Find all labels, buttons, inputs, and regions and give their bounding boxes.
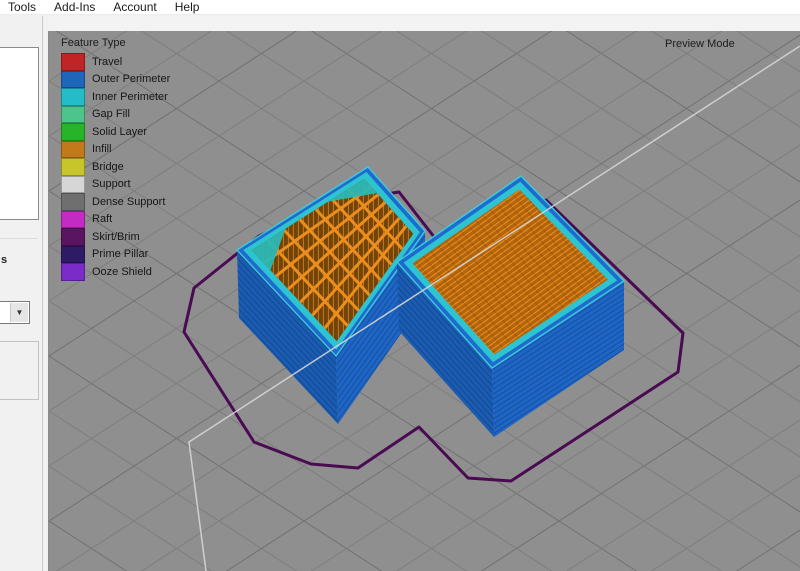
legend-item: Inner Perimeter: [61, 88, 170, 106]
menu-bar: Tools Add-Ins Account Help: [0, 0, 800, 15]
panel-label-fragment: s: [1, 254, 7, 266]
legend-swatch: [61, 106, 85, 124]
legend-swatch: [61, 71, 85, 89]
feature-type-legend: Feature Type Travel Outer Perimeter Inner …: [61, 37, 170, 281]
legend-item: Solid Layer: [61, 123, 170, 141]
toolbar-strip: [0, 16, 800, 31]
legend-item: Outer Perimeter: [61, 71, 170, 89]
panel-groupbox: [0, 341, 39, 400]
legend-swatch: [61, 123, 85, 141]
menu-item-tools[interactable]: Tools: [8, 0, 36, 15]
menu-item-help[interactable]: Help: [175, 0, 200, 15]
legend-label: Raft: [92, 213, 112, 225]
legend-label: Skirt/Brim: [92, 231, 140, 243]
legend-item: Gap Fill: [61, 106, 170, 124]
legend-item: Travel: [61, 53, 170, 71]
legend-item: Prime Pillar: [61, 246, 170, 264]
process-dropdown[interactable]: ▼: [0, 301, 30, 324]
legend-swatch: [61, 141, 85, 159]
legend-swatch: [61, 228, 85, 246]
legend-swatch: [61, 211, 85, 229]
chevron-down-icon: ▼: [16, 309, 24, 317]
legend-item: Support: [61, 176, 170, 194]
legend-label: Ooze Shield: [92, 266, 152, 278]
menu-item-addins[interactable]: Add-Ins: [54, 0, 95, 15]
panel-divider: [0, 238, 38, 239]
legend-item: Bridge: [61, 158, 170, 176]
legend-swatch: [61, 193, 85, 211]
legend-swatch: [61, 88, 85, 106]
legend-label: Travel: [92, 56, 122, 68]
legend-label: Gap Fill: [92, 108, 130, 120]
legend-item: Infill: [61, 141, 170, 159]
legend-item: Skirt/Brim: [61, 228, 170, 246]
legend-title: Feature Type: [61, 37, 170, 49]
legend-label: Prime Pillar: [92, 248, 148, 260]
legend-swatch: [61, 263, 85, 281]
legend-swatch: [61, 158, 85, 176]
legend-label: Inner Perimeter: [92, 91, 168, 103]
legend-swatch: [61, 246, 85, 264]
legend-swatch: [61, 176, 85, 194]
legend-label: Support: [92, 178, 131, 190]
legend-label: Outer Perimeter: [92, 73, 170, 85]
viewport-canvas[interactable]: Feature Type Travel Outer Perimeter Inner …: [48, 31, 800, 571]
preview-mode-label: Preview Mode: [665, 38, 735, 50]
legend-item: Dense Support: [61, 193, 170, 211]
legend-label: Solid Layer: [92, 126, 147, 138]
legend-label: Bridge: [92, 161, 124, 173]
legend-item: Ooze Shield: [61, 263, 170, 281]
sidebar-panel: s ▼: [0, 16, 48, 571]
legend-label: Dense Support: [92, 196, 165, 208]
legend-label: Infill: [92, 143, 112, 155]
menu-item-account[interactable]: Account: [113, 0, 156, 15]
panel-splitter[interactable]: [42, 16, 43, 571]
model-listbox[interactable]: [0, 47, 39, 220]
legend-item: Raft: [61, 211, 170, 229]
legend-swatch: [61, 53, 85, 71]
dropdown-arrow-button[interactable]: ▼: [10, 303, 28, 322]
